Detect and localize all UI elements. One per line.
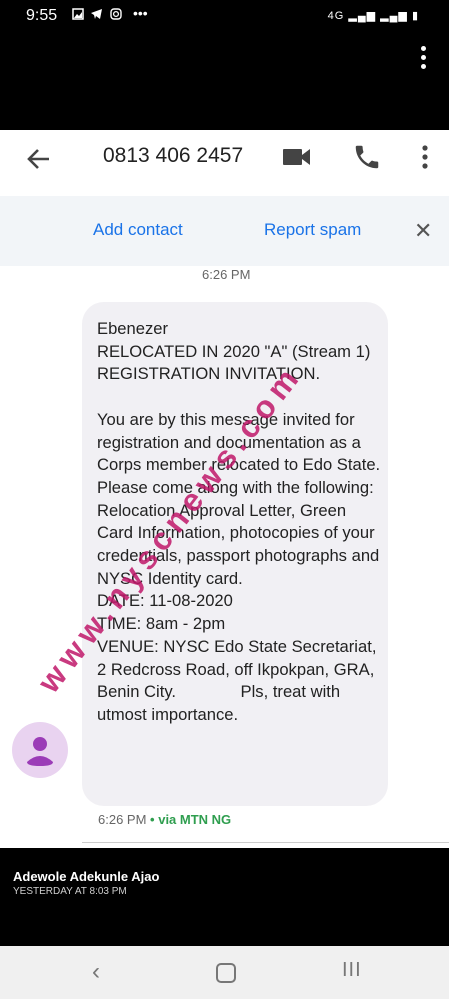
- messages-app: 0813 406 2457 Add contact Report spam ✕ …: [0, 130, 449, 848]
- post-author[interactable]: Adewole Adekunle Ajao: [13, 869, 159, 884]
- message-time: 6:26 PM: [98, 812, 147, 827]
- instagram-icon: [110, 8, 122, 23]
- nav-recents-icon[interactable]: III: [342, 959, 362, 982]
- spam-banner: Add contact Report spam ✕: [0, 196, 449, 266]
- nav-home-icon[interactable]: [216, 963, 236, 983]
- divider: [82, 842, 449, 843]
- telegram-icon: [90, 8, 103, 23]
- nav-back-icon[interactable]: ‹: [92, 958, 100, 986]
- back-arrow-icon[interactable]: [24, 144, 54, 174]
- signal-battery-indicators: 4G ▂▄▆ ▂▄▆ ▮: [327, 10, 419, 22]
- add-contact-button[interactable]: Add contact: [93, 220, 183, 240]
- more-notifications-icon: •••: [133, 5, 148, 21]
- gallery-icon: [72, 8, 84, 23]
- report-spam-button[interactable]: Report spam: [264, 220, 361, 240]
- post-timestamp: YESTERDAY AT 8:03 PM: [13, 886, 127, 897]
- status-bar: 9:55 ••• 4G ▂▄▆ ▂▄▆ ▮: [0, 0, 449, 32]
- time-divider: 6:26 PM: [202, 267, 251, 282]
- status-time: 9:55: [26, 7, 58, 24]
- more-options-icon[interactable]: [418, 142, 432, 177]
- navigation-bar: ‹ III: [0, 946, 449, 999]
- message-meta: 6:26 PM • via MTN NG: [98, 812, 231, 827]
- contact-number-title: 0813 406 2457: [103, 144, 244, 167]
- carrier-label: • via MTN NG: [150, 812, 232, 827]
- person-icon: [27, 737, 53, 766]
- close-icon[interactable]: ✕: [414, 218, 432, 244]
- app-bar: 0813 406 2457: [0, 130, 449, 197]
- avatar[interactable]: [12, 722, 68, 778]
- message-text: Ebenezer RELOCATED IN 2020 "A" (Stream 1…: [97, 319, 381, 724]
- video-call-icon[interactable]: [282, 146, 312, 173]
- post-caption: Adewole Adekunle Ajao YESTERDAY AT 8:03 …: [0, 848, 449, 946]
- overflow-menu-icon[interactable]: [421, 46, 427, 73]
- phone-call-icon[interactable]: [352, 142, 382, 177]
